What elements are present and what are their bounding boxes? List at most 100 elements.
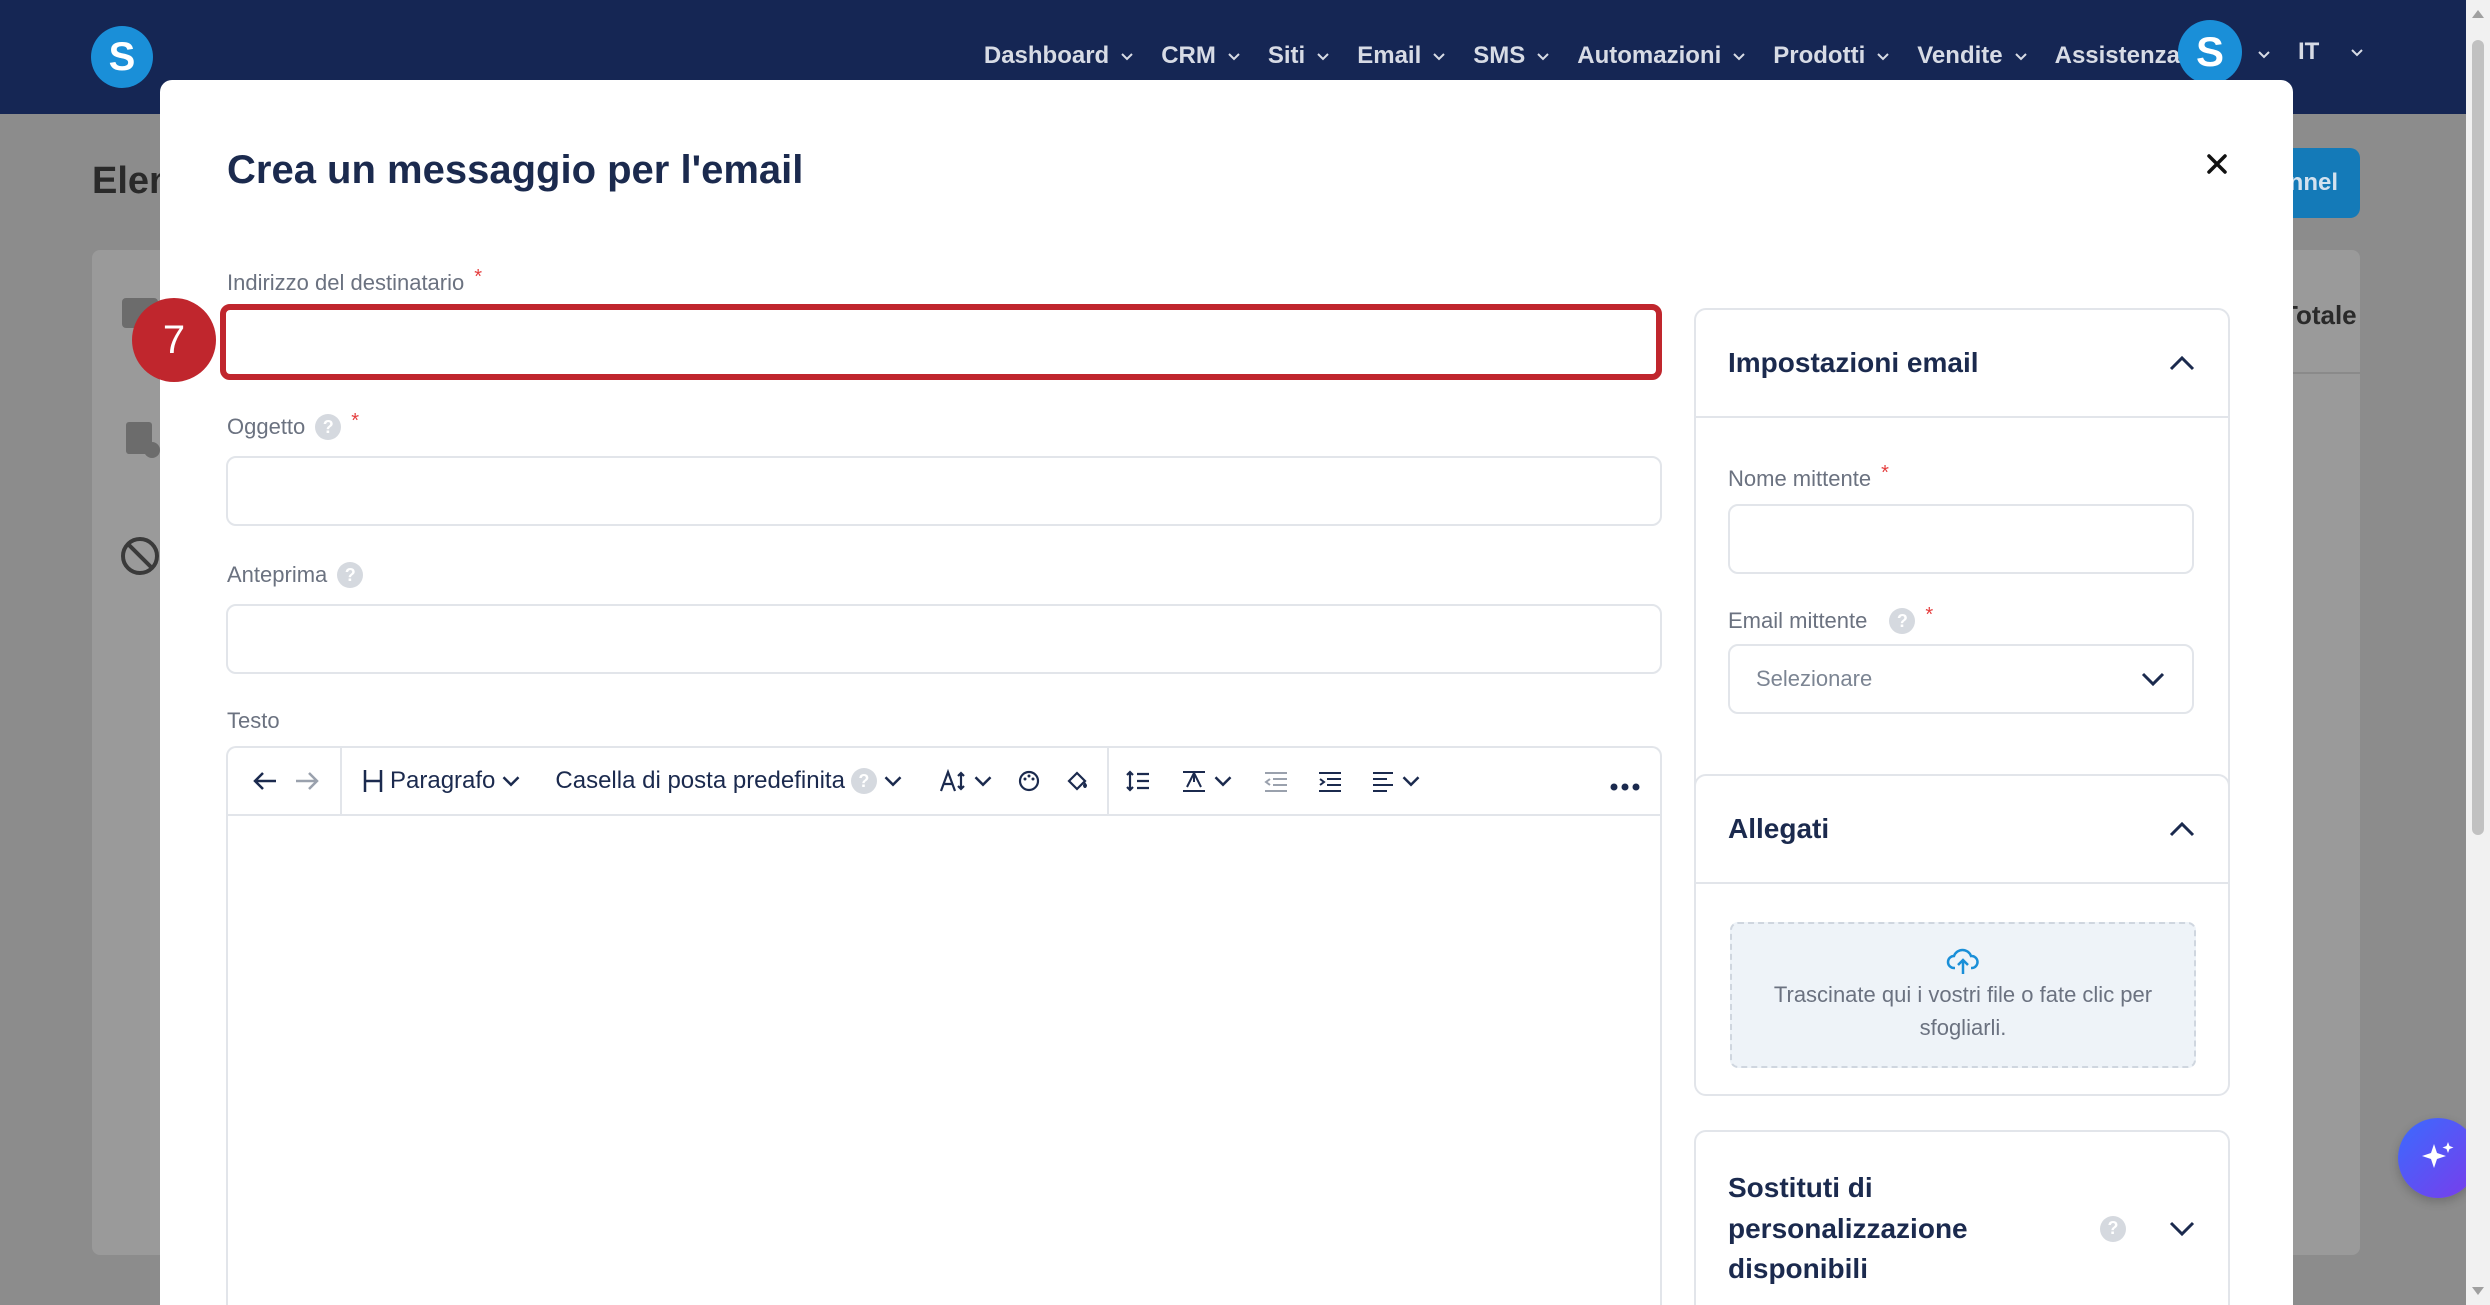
subject-input[interactable]	[226, 456, 1662, 526]
arrow-right-icon	[296, 772, 319, 790]
body-label: Testo	[227, 708, 280, 733]
required-marker: *	[474, 265, 483, 288]
sender-name-input[interactable]	[1728, 504, 2194, 574]
nav-automazioni[interactable]: Automazioni	[1577, 42, 1747, 70]
required-marker: *	[351, 409, 360, 432]
font-size-icon	[939, 769, 965, 792]
email-settings-panel: Impostazioni email Nome mittente * Email …	[1694, 308, 2230, 820]
email-settings-header[interactable]: Impostazioni email	[1696, 310, 2228, 418]
chevron-up-icon	[2169, 821, 2195, 837]
nav-prodotti[interactable]: Prodotti	[1773, 42, 1891, 70]
personalization-header[interactable]: Sostituti di personalizzazione disponibi…	[1696, 1132, 2228, 1290]
chevron-down-icon	[1121, 53, 1133, 61]
paint-bucket-icon	[1067, 771, 1087, 791]
help-icon[interactable]: ?	[2100, 1215, 2126, 1242]
recipient-label: Indirizzo del destinatario *	[227, 265, 483, 296]
line-height-icon	[1126, 770, 1149, 792]
align-left-icon	[1372, 772, 1393, 792]
more-options-button[interactable]	[1610, 770, 1640, 798]
blocked-icon	[121, 537, 159, 575]
text-format-dropdown[interactable]	[1173, 759, 1241, 803]
sender-email-placeholder: Selezionare	[1756, 666, 1873, 691]
chevron-down-icon[interactable]	[2256, 46, 2272, 62]
align-dropdown[interactable]	[1363, 759, 1429, 803]
editor-content-area[interactable]	[228, 816, 1660, 1305]
help-icon[interactable]: ?	[850, 768, 877, 794]
chevron-down-icon	[2351, 49, 2364, 57]
personalization-panel: Sostituti di personalizzazione disponibi…	[1694, 1130, 2230, 1305]
chevron-down-icon	[2169, 1221, 2195, 1237]
close-button[interactable]	[2199, 146, 2235, 182]
app-logo[interactable]: S	[91, 26, 153, 88]
chevron-down-icon	[1877, 53, 1889, 61]
text-color-button[interactable]	[1009, 759, 1049, 803]
font-size-dropdown[interactable]	[931, 759, 1001, 803]
palette-icon	[1018, 770, 1040, 792]
editor-toolbar: Paragrafo Casella di posta predefinita ?	[228, 747, 1660, 816]
chevron-down-icon	[1537, 53, 1549, 61]
outdent-button[interactable]	[1255, 759, 1297, 803]
chevron-down-icon	[1402, 776, 1420, 787]
help-icon[interactable]: ?	[337, 562, 364, 588]
background-column-header: Totale	[2282, 300, 2357, 330]
heading-icon	[363, 770, 383, 792]
sender-name-label: Nome mittente *	[1728, 461, 1889, 492]
recipient-address-input[interactable]	[220, 304, 1662, 380]
text-format-icon	[1182, 770, 1205, 792]
background-color-button[interactable]	[1057, 759, 1099, 803]
mailbox-dropdown[interactable]: Casella di posta predefinita ?	[547, 759, 911, 803]
preview-input[interactable]	[226, 604, 1662, 674]
attachments-panel: Allegati Trascinate qui i vostri file o …	[1694, 774, 2230, 1096]
required-marker: *	[1881, 461, 1889, 484]
redo-button[interactable]	[286, 759, 328, 803]
attachments-header[interactable]: Allegati	[1696, 776, 2228, 884]
sparkles-icon	[2422, 1142, 2454, 1168]
step-indicator-badge: 7	[132, 298, 216, 382]
chevron-down-icon	[1733, 53, 1745, 61]
required-marker: *	[1925, 603, 1934, 626]
outdent-icon	[1264, 772, 1287, 792]
chevron-up-icon	[2169, 355, 2195, 371]
chevron-down-icon	[884, 776, 902, 787]
chevron-down-icon	[2141, 672, 2165, 687]
preview-label: Anteprima ?	[227, 562, 364, 588]
subject-label: Oggetto ? *	[227, 409, 360, 440]
help-icon[interactable]: ?	[315, 414, 342, 440]
chevron-down-icon	[1228, 53, 1240, 61]
chevron-down-icon	[1433, 53, 1445, 61]
nav-dashboard[interactable]: Dashboard	[984, 42, 1135, 70]
scroll-thumb[interactable]	[2472, 40, 2484, 835]
nav-sms[interactable]: SMS	[1473, 42, 1551, 70]
cloud-upload-icon	[1946, 948, 1979, 974]
scroll-up-icon[interactable]	[2472, 10, 2484, 18]
heading-dropdown[interactable]: Paragrafo	[354, 759, 529, 803]
sender-email-select[interactable]: Selezionare	[1728, 644, 2194, 714]
nav-email[interactable]: Email	[1357, 42, 1447, 70]
sender-email-label: Email mittente ? *	[1728, 603, 1934, 634]
line-height-button[interactable]	[1117, 759, 1159, 803]
chevron-down-icon	[503, 776, 520, 787]
nav-vendite[interactable]: Vendite	[1917, 42, 2028, 70]
clipboard-check-icon	[126, 422, 160, 458]
scroll-down-icon[interactable]	[2472, 1287, 2484, 1295]
chevron-down-icon	[974, 776, 992, 787]
indent-icon	[1318, 772, 1341, 792]
help-icon[interactable]: ?	[1889, 608, 1916, 634]
chevron-down-icon	[1214, 776, 1232, 787]
arrow-left-icon	[253, 772, 276, 790]
chevron-down-icon	[1317, 53, 1329, 61]
close-icon	[2207, 154, 2227, 174]
language-selector[interactable]: IT	[2298, 38, 2365, 66]
toolbar-divider	[1106, 747, 1109, 815]
nav-siti[interactable]: Siti	[1268, 42, 1331, 70]
compose-email-modal: Crea un messaggio per l'email Indirizzo …	[160, 80, 2293, 1305]
toolbar-divider	[340, 747, 342, 815]
modal-title: Crea un messaggio per l'email	[227, 148, 804, 192]
page-scrollbar[interactable]	[2466, 0, 2490, 1305]
nav-crm[interactable]: CRM	[1161, 42, 1242, 70]
file-dropzone[interactable]: Trascinate qui i vostri file o fate clic…	[1730, 922, 2196, 1068]
indent-button[interactable]	[1309, 759, 1351, 803]
avatar[interactable]: S	[2178, 20, 2242, 84]
undo-button[interactable]	[244, 759, 286, 803]
nav-assistenza[interactable]: Assistenza	[2055, 42, 2180, 70]
